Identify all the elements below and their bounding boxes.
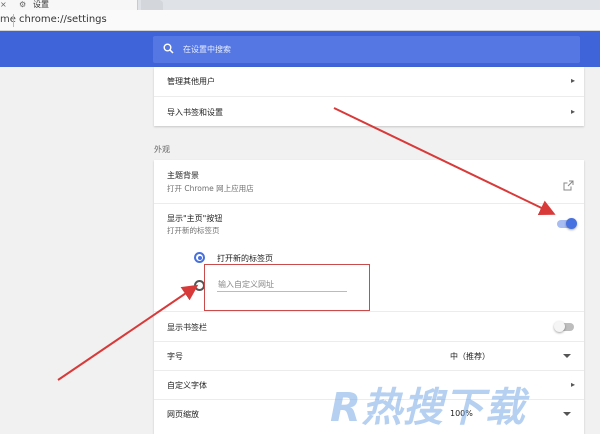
theme-row[interactable]: 主题背景 打开 Chrome 网上应用店: [154, 160, 584, 203]
import-bookmarks-label: 导入书签和设置: [167, 108, 223, 117]
manage-users-label: 管理其他用户: [167, 77, 215, 86]
appearance-section-title: 外观: [154, 145, 170, 154]
chevron-right-icon: ▸: [570, 76, 575, 85]
chevron-right-icon: ▸: [570, 380, 575, 389]
import-bookmarks-row[interactable]: 导入书签和设置 ▸: [154, 96, 584, 126]
search-placeholder: 在设置中搜索: [183, 45, 231, 54]
gear-icon: ⚙: [19, 0, 27, 9]
chevron-right-icon: ▸: [570, 107, 575, 116]
home-button-row[interactable]: 显示"主页"按钮 打开新的标签页: [154, 203, 584, 243]
toggle-knob: [566, 218, 577, 229]
address-bar[interactable]: me chrome://settings: [0, 10, 600, 31]
home-button-sublabel: 打开新的标签页: [167, 226, 220, 235]
custom-fonts-label: 自定义字体: [167, 381, 207, 390]
caret-down-icon: [563, 412, 571, 416]
address-separator: [13, 14, 14, 27]
toggle-knob: [554, 321, 565, 332]
home-button-label: 显示"主页"按钮: [167, 214, 223, 223]
page-zoom-label: 网页缩放: [167, 410, 199, 419]
address-url[interactable]: chrome://settings: [19, 14, 107, 25]
close-icon[interactable]: ×: [0, 0, 7, 9]
theme-label: 主题背景: [167, 171, 199, 180]
radio-newtab[interactable]: [194, 252, 205, 263]
search-input[interactable]: 在设置中搜索: [153, 36, 580, 63]
tab-strip: × ⚙ 设置: [0, 0, 600, 10]
tab-settings[interactable]: × ⚙ 设置: [0, 0, 138, 10]
tab-title: 设置: [33, 0, 49, 9]
annotation-highlight-box: [204, 264, 370, 311]
font-size-label: 字号: [167, 352, 183, 361]
new-tab-button[interactable]: [141, 0, 163, 10]
search-icon: [163, 43, 174, 57]
font-size-select[interactable]: 中（推荐）: [450, 351, 490, 362]
people-card: 管理其他用户 ▸ 导入书签和设置 ▸: [154, 67, 584, 126]
watermark-logo: R热搜下载: [330, 385, 526, 431]
radio-dot: [197, 255, 202, 260]
external-link-icon[interactable]: [563, 176, 574, 195]
bookmarks-bar-row[interactable]: 显示书签栏: [154, 311, 584, 341]
manage-users-row[interactable]: 管理其他用户 ▸: [154, 67, 584, 96]
radio-newtab-label: 打开新的标签页: [217, 254, 273, 263]
bookmarks-bar-label: 显示书签栏: [167, 323, 207, 332]
font-size-row[interactable]: 字号 中（推荐）: [154, 341, 584, 370]
caret-down-icon: [563, 354, 571, 358]
theme-sublabel: 打开 Chrome 网上应用店: [167, 184, 254, 193]
